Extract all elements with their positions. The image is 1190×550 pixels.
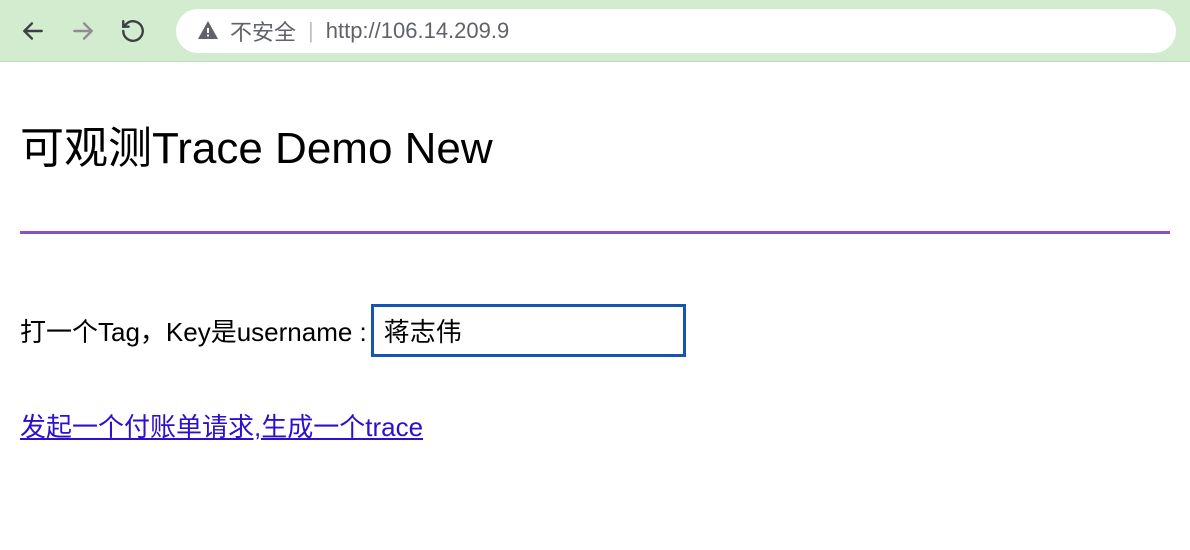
- url-text: http://106.14.209.9: [326, 18, 510, 44]
- back-arrow-icon: [20, 18, 46, 44]
- back-button[interactable]: [14, 12, 52, 50]
- generate-trace-link[interactable]: 发起一个付账单请求,生成一个trace: [20, 412, 423, 442]
- horizontal-rule: [20, 231, 1170, 234]
- insecure-warning-icon: [196, 19, 220, 43]
- reload-button[interactable]: [114, 12, 152, 50]
- address-bar[interactable]: 不安全 | http://106.14.209.9: [176, 9, 1176, 53]
- forward-button[interactable]: [64, 12, 102, 50]
- page-content: 可观测Trace Demo New 打一个Tag，Key是username : …: [0, 62, 1190, 464]
- page-title: 可观测Trace Demo New: [20, 112, 1170, 176]
- username-label: 打一个Tag，Key是username :: [20, 312, 367, 349]
- form-row: 打一个Tag，Key是username :: [20, 304, 1170, 357]
- username-input[interactable]: [371, 304, 686, 357]
- address-divider: |: [308, 18, 314, 44]
- security-status-text: 不安全: [230, 15, 296, 47]
- forward-arrow-icon: [70, 18, 96, 44]
- reload-icon: [120, 18, 146, 44]
- browser-toolbar: 不安全 | http://106.14.209.9: [0, 0, 1190, 62]
